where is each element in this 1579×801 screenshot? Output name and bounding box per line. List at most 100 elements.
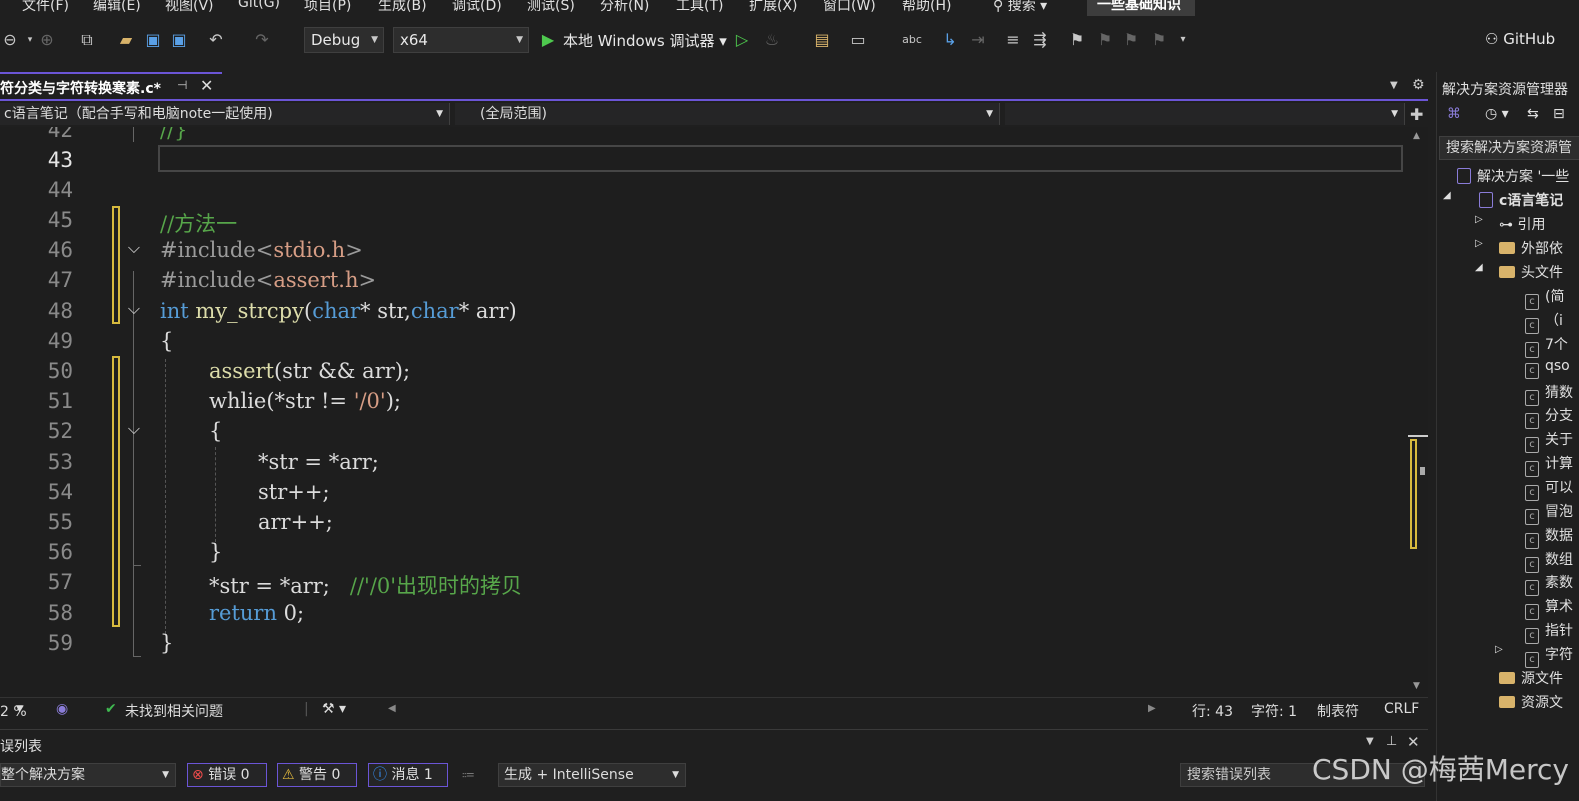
char-indicator[interactable]: 字符: 1 xyxy=(1251,701,1297,721)
next-bookmark-icon[interactable]: ⚑ xyxy=(1121,30,1141,50)
file-item[interactable]: c qso xyxy=(1525,358,1570,379)
references-node[interactable]: ⊶ 引用 xyxy=(1499,214,1545,234)
scroll-down-icon[interactable]: ▼ xyxy=(1413,681,1420,691)
scope-dropdown[interactable]: 整个解决方案 ▼ xyxy=(0,763,176,787)
panel-menu-icon[interactable]: ▼ xyxy=(1366,736,1374,747)
split-editor-icon[interactable]: ✚ xyxy=(1410,105,1423,124)
fold-toggle-icon[interactable]: ⌵ xyxy=(124,419,144,439)
tab-list-icon[interactable]: ▼ xyxy=(1390,80,1398,91)
gear-icon[interactable]: ⚙ xyxy=(1412,77,1425,93)
source-files-node[interactable]: 源文件 xyxy=(1499,668,1563,688)
start-debugger-button[interactable]: 本地 Windows 调试器 ▾ xyxy=(563,30,727,51)
new-project-icon[interactable]: ⧉ xyxy=(77,30,97,50)
menu-help[interactable]: 帮助(H) xyxy=(902,0,951,15)
window-layout-icon[interactable]: ▭ xyxy=(848,30,868,50)
fold-toggle-icon[interactable]: ⌵ xyxy=(124,238,144,258)
menu-git[interactable]: Git(G) xyxy=(238,0,280,11)
bookmark-icon[interactable]: ⚑ xyxy=(1067,30,1087,50)
scroll-right-icon[interactable]: ▶ xyxy=(1148,703,1156,714)
menu-project[interactable]: 项目(P) xyxy=(304,0,351,15)
pin-icon[interactable]: ⊥ xyxy=(1386,734,1397,749)
file-item[interactable]: c 可以 xyxy=(1525,477,1573,501)
file-item[interactable]: c (简 xyxy=(1525,286,1564,310)
menu-build[interactable]: 生成(B) xyxy=(378,0,427,15)
external-deps-node[interactable]: 外部依 xyxy=(1499,238,1563,258)
filter-icon[interactable]: ⩴ xyxy=(462,766,474,782)
hot-reload-icon[interactable]: ♨ xyxy=(762,30,782,50)
collapsed-icon[interactable]: ▷ xyxy=(1475,238,1483,249)
undo-icon[interactable]: ↶ xyxy=(206,30,226,50)
file-item[interactable]: c 7个 xyxy=(1525,334,1568,358)
file-item[interactable]: c 计算 xyxy=(1525,453,1573,477)
file-item[interactable]: c 关于 xyxy=(1525,429,1573,453)
step-icon[interactable]: ↳ xyxy=(940,30,960,50)
solution-node[interactable]: 解决方案 '一些 xyxy=(1457,166,1569,186)
project-node[interactable]: c语言笔记 xyxy=(1479,190,1563,210)
start-without-debug-icon[interactable]: ▷ xyxy=(732,30,752,50)
menu-extensions[interactable]: 扩展(X) xyxy=(749,0,798,15)
collapsed-icon[interactable]: ▷ xyxy=(1475,214,1483,225)
solution-search-input[interactable]: 搜索解决方案资源管 xyxy=(1439,136,1579,160)
expanded-icon[interactable]: ◢ xyxy=(1443,190,1451,201)
sync-icon[interactable]: ⇆ xyxy=(1527,106,1539,122)
step-over-icon[interactable]: ⇥ xyxy=(968,30,988,50)
menu-window[interactable]: 窗口(W) xyxy=(823,0,876,15)
collapse-icon[interactable]: ⊟ xyxy=(1553,106,1565,122)
vertical-scrollbar[interactable]: ▲ ▼ xyxy=(1408,127,1428,697)
eol-indicator[interactable]: CRLF xyxy=(1384,701,1419,717)
project-selector[interactable]: c语言笔记（配合手写和电脑note一起使用) ▼ xyxy=(0,103,450,125)
scope-selector[interactable]: (全局范围) ▼ xyxy=(455,103,1000,125)
menu-test[interactable]: 测试(S) xyxy=(527,0,575,15)
prev-bookmark-icon[interactable]: ⚑ xyxy=(1095,30,1115,50)
scroll-left-icon[interactable]: ◀ xyxy=(388,703,396,714)
code-editor[interactable]: ⌵ ⌵ ⌵ 42 43 44 45 46 47 48 49 50 51 52 5… xyxy=(0,127,1408,697)
solution-folder-icon[interactable]: ▤ xyxy=(812,30,832,50)
file-item[interactable]: c 算术 xyxy=(1525,596,1573,620)
forward-icon[interactable]: ⊕ xyxy=(37,30,57,50)
menu-analyze[interactable]: 分析(N) xyxy=(600,0,649,15)
fold-toggle-icon[interactable]: ⌵ xyxy=(124,299,144,319)
resource-files-node[interactable]: 资源文 xyxy=(1499,692,1563,712)
config-select[interactable]: Debug ▼ xyxy=(304,27,384,53)
history-icon[interactable]: ◷ ▾ xyxy=(1485,106,1509,122)
menu-tools[interactable]: 工具(T) xyxy=(676,0,723,15)
menu-view[interactable]: 视图(V) xyxy=(165,0,214,15)
header-files-node[interactable]: 头文件 xyxy=(1499,262,1563,282)
menu-search[interactable]: ⚲ 搜索 ▾ xyxy=(993,0,1047,15)
pin-icon[interactable]: ⊣ xyxy=(177,78,187,92)
member-selector[interactable]: ▼ xyxy=(1005,103,1405,125)
save-icon[interactable]: ▣ xyxy=(143,30,163,50)
scroll-up-icon[interactable]: ▲ xyxy=(1413,131,1420,141)
platform-select[interactable]: x64 ▼ xyxy=(393,27,529,53)
cleanup-icon[interactable]: ⚒ ▾ xyxy=(322,701,346,717)
copilot-icon[interactable]: ◉ xyxy=(56,701,68,717)
tab-document[interactable]: 符分类与字符转换寒素.c* ⊣ ✕ xyxy=(0,72,222,100)
collapsed-icon[interactable]: ▷ xyxy=(1495,644,1503,655)
play-icon[interactable]: ▶ xyxy=(538,30,558,50)
tabs-indicator[interactable]: 制表符 xyxy=(1317,701,1359,721)
vs-icon[interactable]: ⌘ xyxy=(1447,106,1461,122)
file-item[interactable]: c 指针 xyxy=(1525,620,1573,644)
menu-edit[interactable]: 编辑(E) xyxy=(93,0,141,15)
back-icon[interactable]: ⊖ xyxy=(0,30,20,50)
errors-filter-button[interactable]: ⊗ 错误 0 xyxy=(187,763,267,787)
clear-bookmarks-icon[interactable]: ⚑ xyxy=(1149,30,1169,50)
github-button[interactable]: ⚇ GitHub xyxy=(1485,30,1555,48)
comment-icon[interactable]: ⇶ xyxy=(1030,30,1050,50)
file-item[interactable]: c 数据 xyxy=(1525,525,1573,549)
save-all-icon[interactable]: ▣ xyxy=(169,30,189,50)
file-item[interactable]: c 猜数 xyxy=(1525,382,1573,406)
toolbar-overflow-icon[interactable]: ▾ xyxy=(1173,30,1193,50)
file-item[interactable]: c 素数 xyxy=(1525,572,1573,596)
file-item[interactable]: c 冒泡 xyxy=(1525,501,1573,525)
file-item[interactable]: c 分支 xyxy=(1525,405,1573,429)
solution-name-badge[interactable]: 一些基础知识 xyxy=(1087,0,1195,16)
spellcheck-icon[interactable]: abc xyxy=(902,30,922,50)
build-source-dropdown[interactable]: 生成 + IntelliSense ▼ xyxy=(498,763,686,787)
expanded-icon[interactable]: ◢ xyxy=(1475,262,1483,273)
file-item[interactable]: c 数组 xyxy=(1525,549,1573,573)
file-item[interactable]: c 字符 xyxy=(1525,644,1573,668)
warnings-filter-button[interactable]: ⚠ 警告 0 xyxy=(277,763,357,787)
messages-filter-button[interactable]: ⓘ 消息 1 xyxy=(368,763,448,787)
menu-file[interactable]: 文件(F) xyxy=(22,0,69,15)
